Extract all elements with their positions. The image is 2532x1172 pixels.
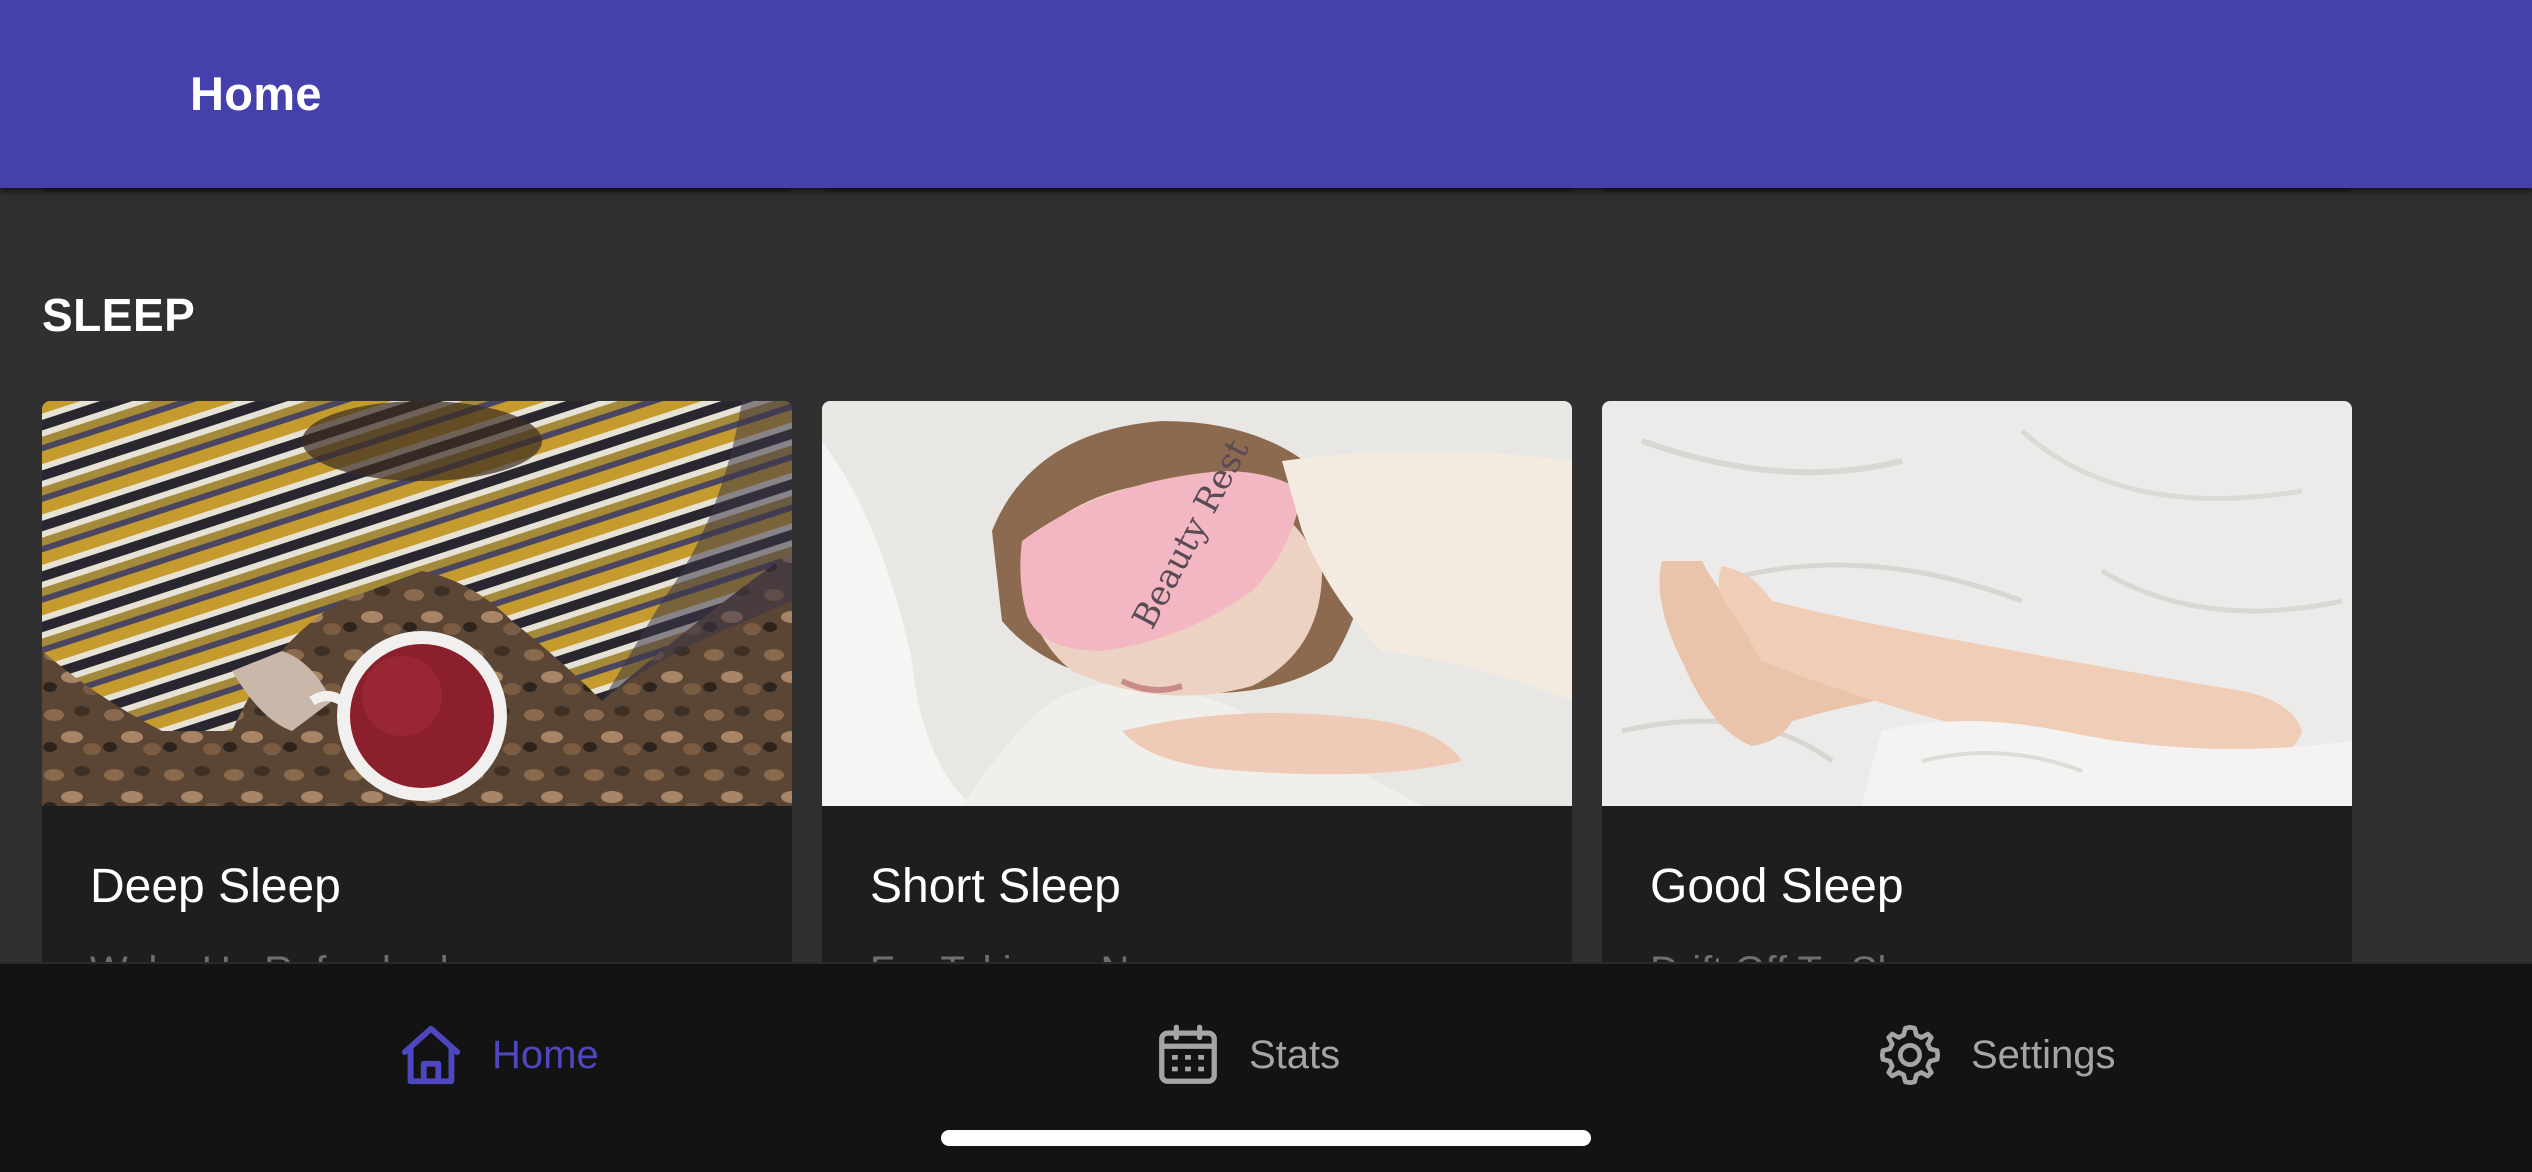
home-content[interactable]: SLEEP Deep Sleep Beauty Rest Short Sleep… xyxy=(0,188,2532,962)
app-bar: Home xyxy=(0,0,2532,188)
card-subtitle: Drift Off To Sleep xyxy=(1650,949,1953,962)
nav-label-home: Home xyxy=(492,1032,599,1077)
card-subtitle: Wake Up Refreshed xyxy=(90,949,449,962)
cup-of-tea-blanket-image xyxy=(42,401,792,806)
nav-item-settings[interactable]: Settings xyxy=(1875,1010,2116,1100)
section-title: SLEEP xyxy=(42,289,196,341)
nav-label-settings: Settings xyxy=(1971,1032,2116,1077)
page-title: Home xyxy=(190,67,322,120)
home-indicator[interactable] xyxy=(941,1130,1591,1146)
card-title: Deep Sleep xyxy=(90,860,341,913)
card-deep-sleep[interactable]: Deep Sleep Wake Up Refreshed xyxy=(42,401,792,962)
nav-item-stats[interactable]: Stats xyxy=(1153,1010,1340,1100)
feet-on-bedsheet-image xyxy=(1602,401,2352,806)
nav-label-stats: Stats xyxy=(1249,1032,1341,1077)
card-short-sleep[interactable]: Beauty Rest Short Sleep For Taking a Nap xyxy=(822,401,1572,962)
gear-icon xyxy=(1879,1024,1941,1086)
home-icon xyxy=(401,1025,461,1085)
card-subtitle: For Taking a Nap xyxy=(870,949,1174,962)
woman-sleeping-eye-mask-image: Beauty Rest xyxy=(822,401,1572,806)
previous-row-card-edge xyxy=(42,188,792,192)
card-title: Short Sleep xyxy=(870,860,1121,913)
previous-row-card-edge xyxy=(822,188,1572,192)
previous-row-card-edge xyxy=(1602,188,2352,192)
card-good-sleep[interactable]: Good Sleep Drift Off To Sleep xyxy=(1602,401,2352,962)
nav-item-home[interactable]: Home xyxy=(396,1010,599,1100)
card-title: Good Sleep xyxy=(1650,860,1904,913)
calendar-icon xyxy=(1159,1024,1217,1084)
